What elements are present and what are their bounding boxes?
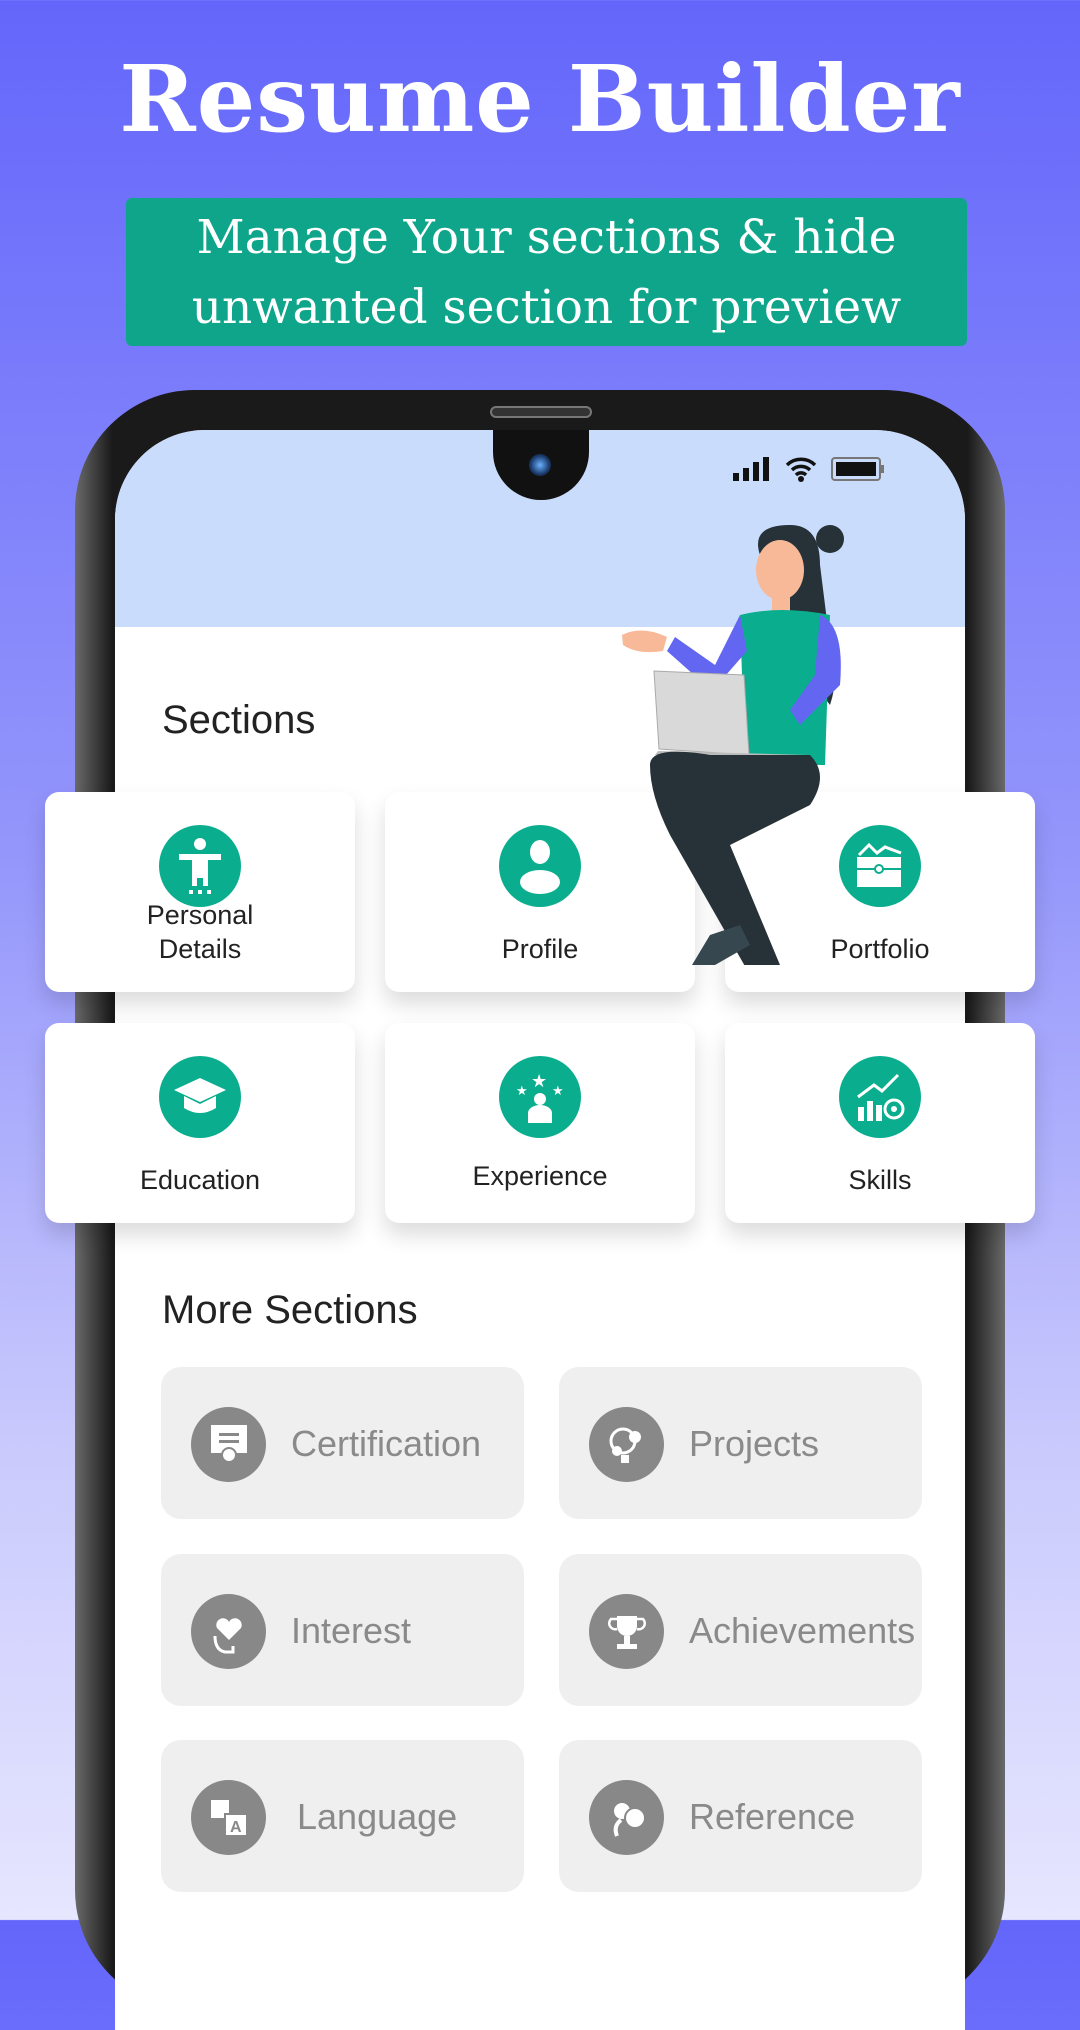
more-section-label: Certification: [291, 1423, 482, 1464]
graduation-cap-icon: [159, 1056, 241, 1138]
section-education[interactable]: Education: [45, 1023, 355, 1223]
svg-text:★: ★: [531, 1071, 547, 1091]
status-bar: [733, 456, 885, 482]
more-section-label: Reference: [689, 1796, 856, 1837]
phone-speaker: [490, 406, 592, 418]
wifi-icon: [785, 457, 817, 482]
hero-subtitle: Manage Your sections & hide unwanted sec…: [126, 198, 967, 346]
translate-icon: A: [191, 1780, 266, 1855]
section-skills[interactable]: Skills: [725, 1023, 1035, 1223]
more-section-reference[interactable]: Reference: [559, 1740, 922, 1892]
section-personal-details[interactable]: Personal Details: [45, 792, 355, 992]
more-section-interest[interactable]: Interest: [161, 1554, 524, 1706]
signal-icon: [733, 457, 769, 481]
chart-target-icon: [839, 1056, 921, 1138]
user-icon: [499, 825, 581, 907]
trophy-icon: [589, 1594, 664, 1669]
svg-text:★: ★: [516, 1083, 528, 1098]
more-section-language[interactable]: A Language: [161, 1740, 524, 1892]
section-label: Experience: [472, 1161, 608, 1191]
lightbulb-gears-icon: [589, 1407, 664, 1482]
stars-person-icon: ★ ★ ★: [499, 1056, 581, 1138]
section-label: Skills: [848, 1165, 912, 1195]
more-sections-title: More Sections: [162, 1288, 418, 1332]
more-section-label: Achievements: [689, 1610, 916, 1651]
more-section-projects[interactable]: Projects: [559, 1367, 922, 1519]
more-section-achievements[interactable]: Achievements: [559, 1554, 922, 1706]
section-label: Education: [139, 1165, 261, 1195]
section-label: Personal Details: [146, 900, 254, 964]
svg-text:★: ★: [552, 1083, 564, 1098]
svg-text:A: A: [230, 1819, 242, 1836]
sections-title: Sections: [162, 698, 316, 742]
woman-with-laptop-illustration: [622, 525, 844, 965]
certificate-icon: [191, 1407, 266, 1482]
more-section-certification[interactable]: Certification: [161, 1367, 524, 1519]
head-heart-icon: [191, 1594, 266, 1669]
more-section-label: Language: [297, 1796, 458, 1837]
battery-icon: [831, 457, 884, 481]
section-experience[interactable]: ★ ★ ★ Experience: [385, 1023, 695, 1223]
hero-title: Resume Builder: [119, 45, 961, 153]
more-section-label: Projects: [689, 1423, 820, 1464]
reference-icon: [589, 1780, 664, 1855]
camera-icon: [529, 454, 551, 476]
accessibility-icon: [159, 825, 241, 907]
more-section-label: Interest: [291, 1610, 412, 1651]
